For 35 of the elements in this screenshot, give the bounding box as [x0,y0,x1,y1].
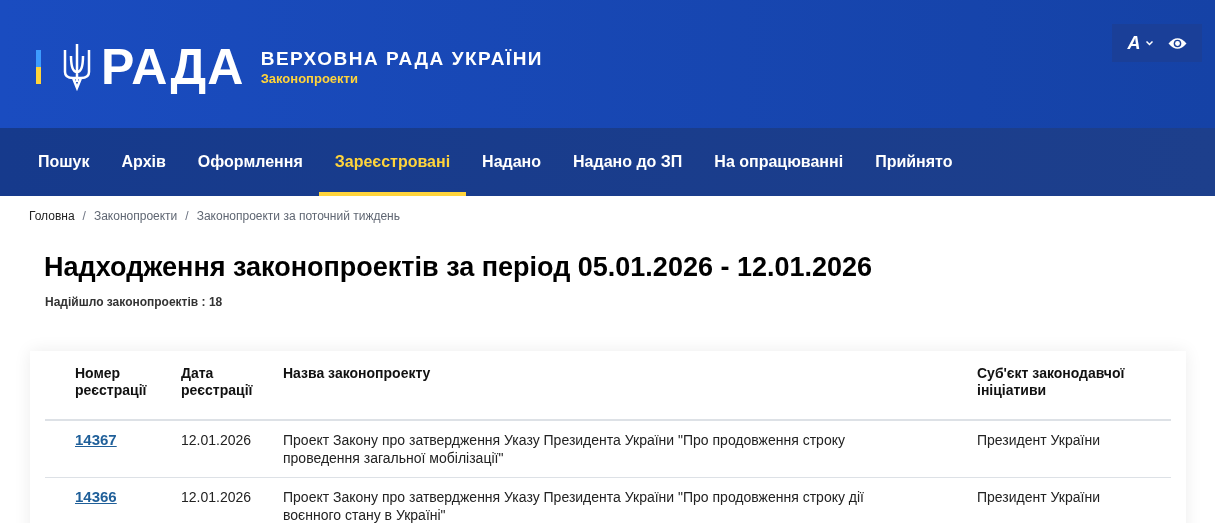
trident-icon [61,42,93,92]
breadcrumb-link[interactable]: Законопроекти за поточний тиждень [196,207,400,225]
bill-count: Надійшло законопроектів : 18 [44,293,224,311]
logo-text: РАДА [101,42,245,92]
bill-number-link[interactable]: 14366 [75,487,117,505]
breadcrumb-link[interactable]: Головна [29,207,75,225]
nav-tab[interactable]: Зареєстровані [318,128,467,196]
breadcrumb-separator: / [185,208,189,225]
chevron-down-icon [1145,40,1153,46]
bill-number-link[interactable]: 14367 [75,430,117,448]
breadcrumb-link[interactable]: Законопроекти [93,207,178,225]
page-title: Надходження законопроектів за період 05.01.2026 - 12.01.2026 [43,251,874,284]
table-cell: Проект Закону про затвердження Указу Президента України "Про продовження строку дії воєнного стану в Україні" [283,488,864,523]
nav-tab[interactable]: Архів [105,128,182,196]
table-cell: Президент України [977,431,1100,448]
table-cell: 12.01.2026 [181,488,252,505]
nav-tab[interactable]: Надано [466,128,558,196]
column-header: Назва законопроекту [283,364,432,382]
column-header: Суб'єкт законодавчої ініціативи [977,364,1126,399]
nav-tab[interactable]: На опрацюванні [698,128,860,196]
column-header: Дата реєстрації [181,364,254,399]
font-size-button[interactable]: A [1127,29,1153,57]
nav-tab[interactable]: Надано до ЗП [557,128,699,196]
nav-tab[interactable]: Пошук [22,128,106,196]
nav-tab[interactable]: Оформлення [181,128,319,196]
table-cell: 12.01.2026 [181,431,252,448]
table-cell: Президент України [977,488,1100,505]
eye-icon[interactable] [1167,36,1187,50]
flag-icon [36,50,41,84]
site-title: ВЕРХОВНА РАДА УКРАЇНИ [260,47,544,71]
breadcrumb-separator: / [82,208,86,225]
table-cell: Проект Закону про затвердження Указу Президента України "Про продовження строку проведення загальної мобілізації" [283,431,845,466]
column-header: Номер реєстрації [75,364,148,399]
nav-tab[interactable]: Прийнято [859,128,969,196]
site-subtitle: Законопроекти [260,70,359,87]
